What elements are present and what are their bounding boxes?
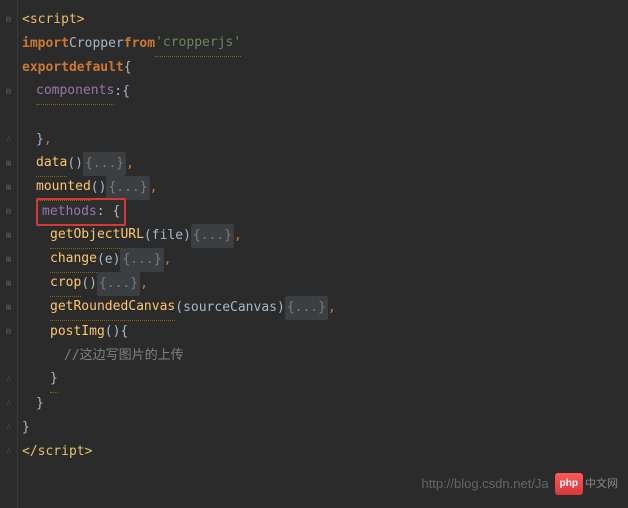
fold-icon[interactable]: ⊟ — [0, 80, 17, 104]
import-source: 'cropperjs' — [155, 31, 241, 57]
fold-icon[interactable] — [0, 56, 17, 80]
components-key: components — [36, 79, 114, 105]
code-line: crop () {...}, — [22, 272, 624, 296]
from-keyword: from — [124, 32, 155, 56]
code-area[interactable]: <script> import Cropper from 'cropperjs'… — [18, 0, 628, 508]
methods-highlight: methods: { — [36, 198, 126, 226]
fold-icon[interactable]: ˄ — [0, 440, 17, 464]
postImg-fn: postImg — [50, 320, 105, 344]
script-tag-close: </script> — [22, 440, 92, 464]
code-editor: ⊟ ⊟ ˄ ⊞ ⊞ ⊟ ⊞ ⊞ ⊞ ⊞ ⊟ ˄ ˄ ˄ ˄ <script> i… — [0, 0, 628, 508]
getObjectURL-fn: getObjectURL — [50, 223, 144, 249]
import-keyword: import — [22, 32, 69, 56]
code-line: } — [22, 368, 624, 392]
code-line: <script> — [22, 8, 624, 32]
default-keyword: default — [69, 56, 124, 80]
code-line: import Cropper from 'cropperjs' — [22, 32, 624, 56]
php-logo-badge: php — [555, 473, 583, 496]
fold-gutter: ⊟ ⊟ ˄ ⊞ ⊞ ⊟ ⊞ ⊞ ⊞ ⊞ ⊟ ˄ ˄ ˄ ˄ — [0, 0, 18, 508]
folded-block[interactable]: {...} — [285, 296, 328, 320]
sourceCanvas-param: sourceCanvas — [183, 296, 277, 320]
code-line: methods: { — [22, 200, 624, 224]
crop-fn: crop — [50, 271, 81, 297]
code-line: }, — [22, 128, 624, 152]
blank-line — [22, 104, 624, 128]
code-line: components: { — [22, 80, 624, 104]
code-line: getRoundedCanvas (sourceCanvas) {...}, — [22, 296, 624, 320]
code-line: export default { — [22, 56, 624, 80]
fold-icon[interactable]: ⊟ — [0, 8, 17, 32]
folded-block[interactable]: {...} — [83, 152, 126, 176]
code-line: } — [22, 416, 624, 440]
data-fn: data — [36, 151, 67, 177]
comment-upload: //这边写图片的上传 — [64, 344, 184, 368]
fold-icon[interactable] — [0, 104, 17, 128]
brace: { — [124, 56, 132, 80]
watermark-url: http://blog.csdn.net/Ja — [421, 472, 548, 496]
fold-icon[interactable]: ⊞ — [0, 248, 17, 272]
fold-icon[interactable]: ˄ — [0, 368, 17, 392]
code-line: getObjectURL (file) {...}, — [22, 224, 624, 248]
fold-icon[interactable]: ⊞ — [0, 296, 17, 320]
code-line: change (e) {...}, — [22, 248, 624, 272]
folded-block[interactable]: {...} — [191, 224, 234, 248]
folded-block[interactable]: {...} — [97, 272, 140, 296]
fold-icon[interactable]: ⊞ — [0, 224, 17, 248]
script-tag-open: <script> — [22, 8, 85, 32]
fold-icon[interactable] — [0, 344, 17, 368]
code-line: mounted () {...}, — [22, 176, 624, 200]
fold-icon[interactable]: ˄ — [0, 416, 17, 440]
code-line: data () {...}, — [22, 152, 624, 176]
e-param: e — [105, 248, 113, 272]
fold-icon[interactable]: ⊞ — [0, 176, 17, 200]
folded-block[interactable]: {...} — [120, 248, 163, 272]
watermark-suffix: 中文网 — [585, 474, 618, 494]
code-line: //这边写图片的上传 — [22, 344, 624, 368]
change-fn: change — [50, 247, 97, 273]
code-line: </script> — [22, 440, 624, 464]
fold-icon[interactable]: ⊟ — [0, 200, 17, 224]
code-line: postImg () { — [22, 320, 624, 344]
fold-icon[interactable]: ⊞ — [0, 272, 17, 296]
folded-block[interactable]: {...} — [106, 176, 149, 200]
code-line: } — [22, 392, 624, 416]
fold-icon[interactable]: ⊟ — [0, 320, 17, 344]
getRoundedCanvas-fn: getRoundedCanvas — [50, 295, 175, 321]
fold-icon[interactable]: ˄ — [0, 128, 17, 152]
watermark: http://blog.csdn.net/Ja php 中文网 — [421, 472, 618, 496]
fold-icon[interactable]: ⊞ — [0, 152, 17, 176]
fold-icon[interactable] — [0, 32, 17, 56]
file-param: file — [152, 224, 183, 248]
import-ident: Cropper — [69, 32, 124, 56]
export-keyword: export — [22, 56, 69, 80]
methods-key: methods — [42, 204, 97, 219]
fold-icon[interactable]: ˄ — [0, 392, 17, 416]
